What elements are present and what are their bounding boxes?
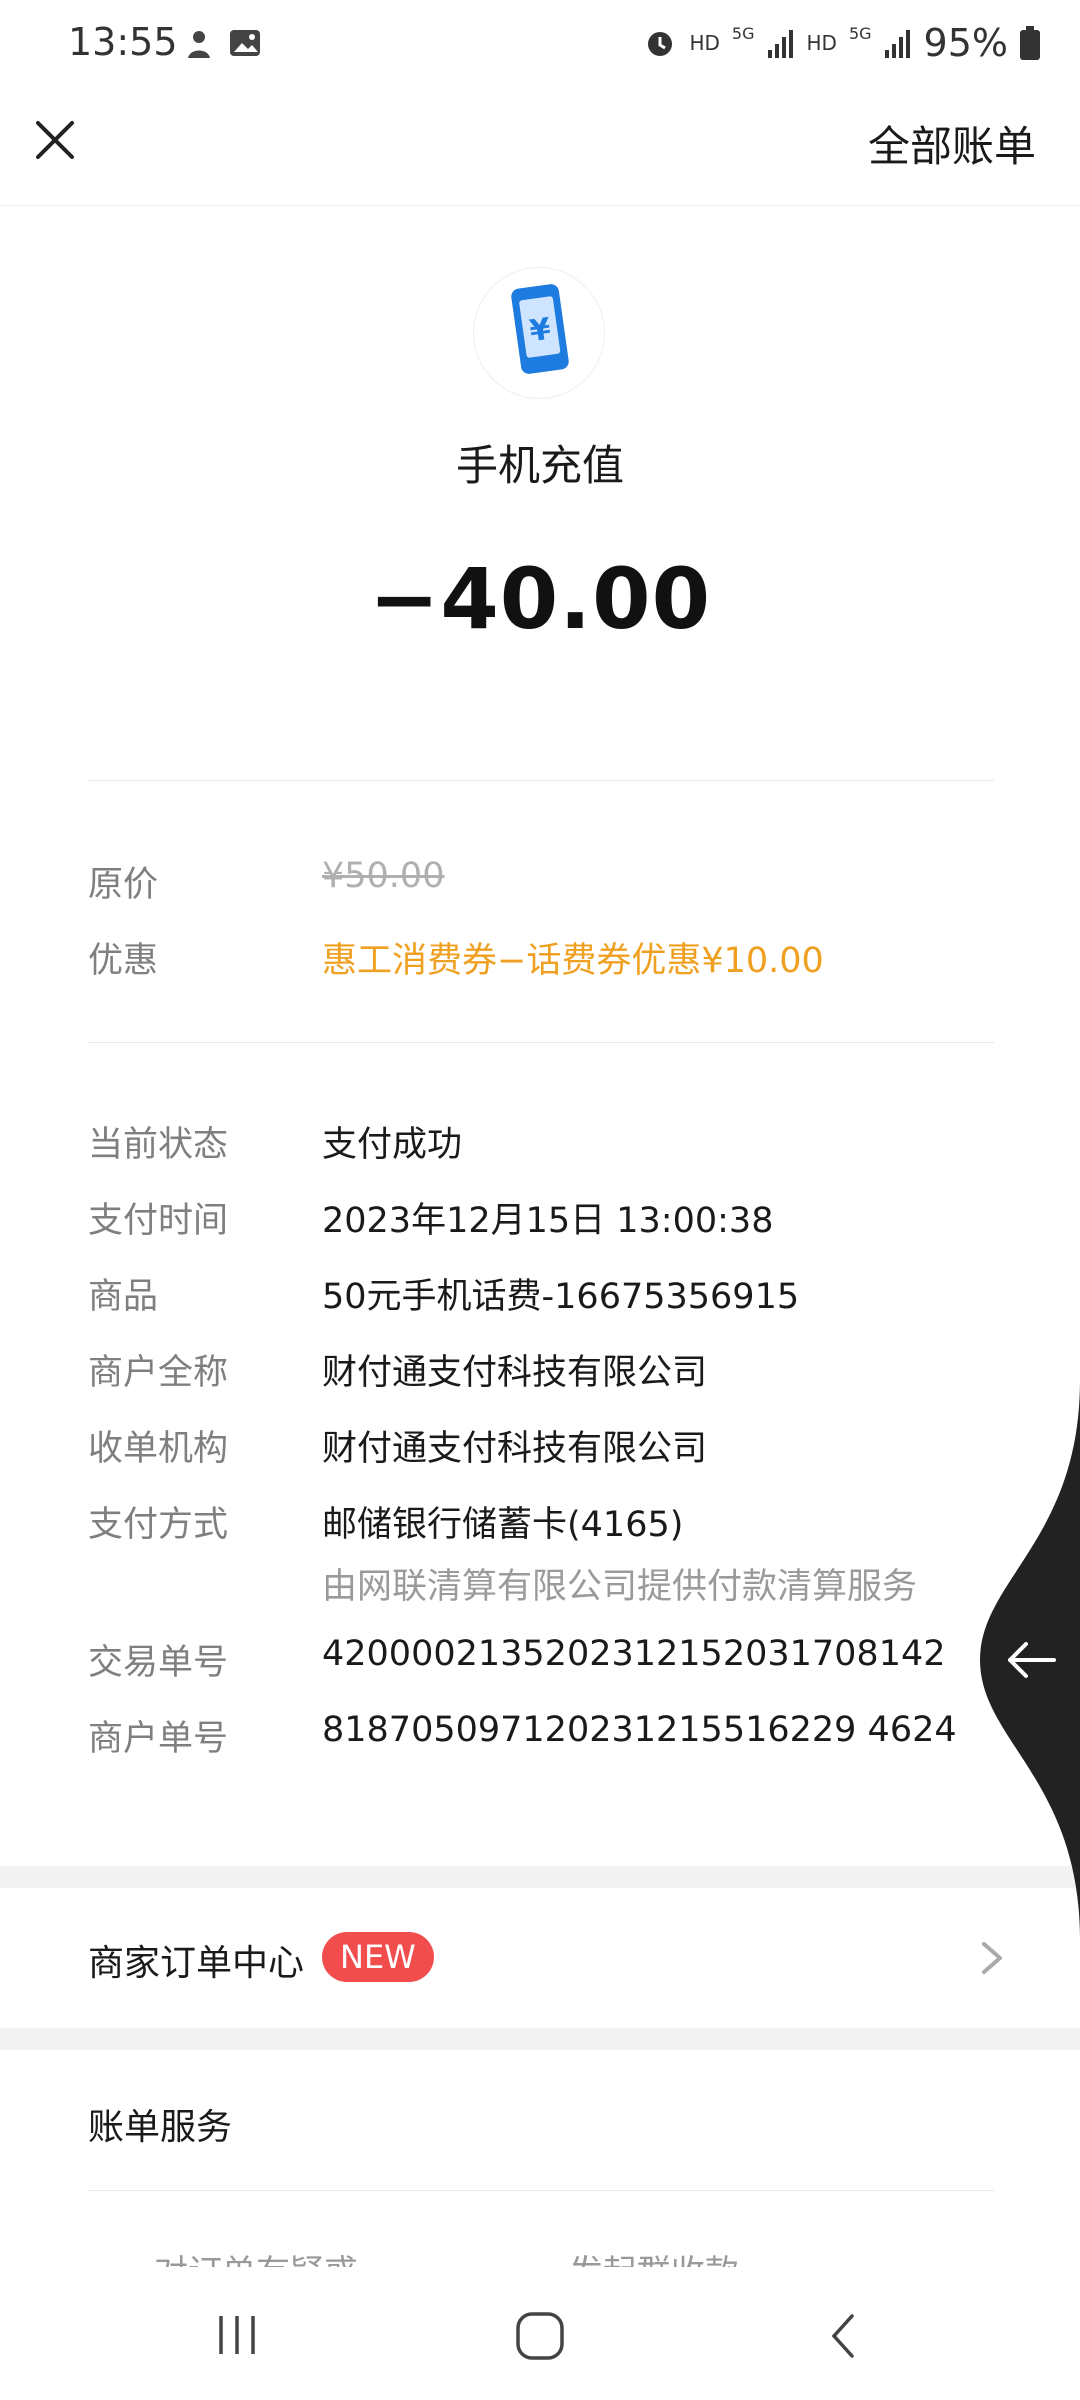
app-bar: 全部账单 <box>0 95 1080 206</box>
transaction-amount: −40.00 <box>368 550 712 648</box>
phone-recharge-icon: ¥ <box>511 284 569 374</box>
section-gap <box>0 1866 1080 1888</box>
row-value: 财付通支付科技有限公司 <box>322 1353 708 1393</box>
original-price-value: ¥50.00 <box>322 856 445 896</box>
section-gap <box>0 2028 1080 2050</box>
bill-service-actions: 对订单有疑惑 发起群收款 <box>88 2245 739 2267</box>
status-right: HD 5G HD 5G 95% <box>643 18 1040 68</box>
row-key: 收单机构 <box>88 1429 229 1469</box>
battery-percent: 95% <box>923 21 1008 65</box>
row-key: 优惠 <box>88 941 159 981</box>
recent-apps-icon[interactable] <box>215 2312 259 2358</box>
hd-label-1: HD <box>689 31 720 55</box>
row-key: 商品 <box>88 1277 159 1317</box>
home-icon[interactable] <box>514 2310 566 2362</box>
merchant-avatar: ¥ <box>474 268 604 398</box>
row-value[interactable]: 818705097120231215516229 4624 <box>322 1710 957 1750</box>
row-value: 2023年12月15日 13:00:38 <box>322 1201 774 1241</box>
transaction-title: 手机充值 <box>455 441 624 490</box>
row-key: 当前状态 <box>88 1125 229 1165</box>
status-bar: 13:55 HD 5G HD 5G 95% <box>0 0 1080 90</box>
row-key: 商户全称 <box>88 1353 229 1393</box>
edge-back-gesture[interactable] <box>960 1380 1080 1940</box>
row-key: 支付方式 <box>88 1505 229 1545</box>
group-collect-link[interactable]: 发起群收款 <box>569 2253 739 2267</box>
bill-service-title: 账单服务 <box>88 2107 233 2148</box>
net-label-2: 5G <box>848 23 872 43</box>
net-label-1: 5G <box>731 23 755 43</box>
merchant-order-center[interactable]: 商家订单中心 NEW <box>0 1888 1080 2028</box>
signal-icon <box>767 30 793 58</box>
payment-sub-note: 由网联清算有限公司提供付款清算服务 <box>322 1567 918 1607</box>
system-nav-bar <box>0 2270 1080 2400</box>
all-bills-button[interactable]: 全部账单 <box>868 113 1036 174</box>
row-value: 财付通支付科技有限公司 <box>322 1429 708 1469</box>
row-value[interactable]: 4200002135202312152031708142 <box>322 1634 946 1674</box>
query-order-link[interactable]: 对订单有疑惑 <box>154 2253 358 2267</box>
divider <box>88 780 994 781</box>
divider <box>88 2190 994 2191</box>
row-value: 支付成功 <box>322 1125 463 1165</box>
new-badge: NEW <box>322 1932 434 1982</box>
signal-icon-2 <box>884 30 910 58</box>
row-value: 邮储银行储蓄卡(4165) <box>322 1505 684 1545</box>
hd-label-2: HD <box>806 31 837 55</box>
discount-value: 惠工消费券−话费券优惠¥10.00 <box>322 941 824 981</box>
notification-icon <box>188 31 210 58</box>
merchant-center-label: 商家订单中心 <box>88 1943 305 1984</box>
close-icon[interactable] <box>32 117 78 163</box>
status-time: 13:55 <box>68 20 178 64</box>
row-value: 50元手机话费-16675356915 <box>322 1277 800 1317</box>
row-key: 原价 <box>88 865 159 905</box>
alarm-icon <box>648 32 673 56</box>
gallery-icon <box>230 30 260 56</box>
divider <box>88 1042 994 1043</box>
chevron-right-icon <box>982 1942 1002 1974</box>
row-key: 商户单号 <box>88 1719 229 1759</box>
row-key: 支付时间 <box>88 1201 229 1241</box>
battery-icon <box>1020 26 1040 60</box>
row-key: 交易单号 <box>88 1643 229 1683</box>
back-icon[interactable] <box>822 2310 866 2362</box>
